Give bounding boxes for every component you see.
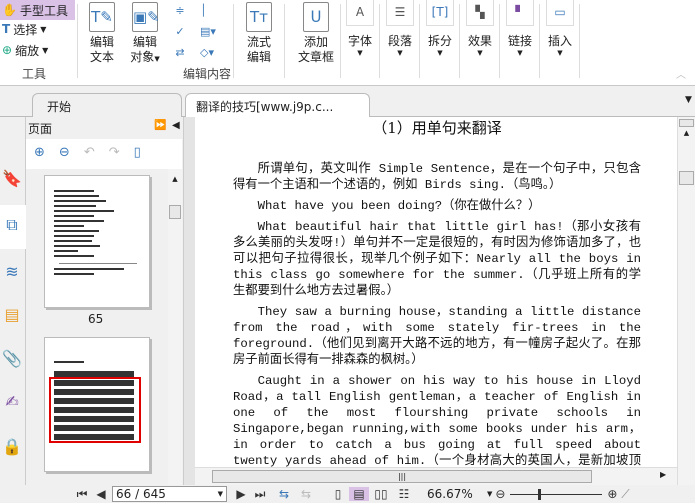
- zoom-slider-thumb[interactable]: [538, 488, 542, 500]
- flow-edit-button[interactable]: Tт 流式 编辑: [237, 0, 281, 65]
- page-dropdown-icon[interactable]: ▼: [218, 487, 226, 501]
- document-view: （1）用单句来翻译 所谓单句，英文叫作 Simple Sentence，是在一个…: [195, 117, 677, 467]
- hand-icon: ✋: [2, 3, 17, 17]
- paragraph-icon: ☰: [386, 0, 414, 26]
- effects-icon: ▚: [466, 0, 494, 26]
- edit-small-tools: ≑ ✓ ⇄: [170, 0, 190, 63]
- edit-object-tools: │ ▤▾ ◇▾: [200, 0, 226, 63]
- security-lock-icon[interactable]: 🔒: [2, 437, 22, 459]
- bookmarks-icon[interactable]: 🔖: [2, 169, 22, 191]
- bookmark-page-icon: ▘: [506, 0, 534, 26]
- split-icon: [T]: [426, 0, 454, 26]
- text-cursor-icon: T: [2, 22, 11, 36]
- vertical-scroll-thumb[interactable]: [679, 171, 694, 185]
- cursor-icon[interactable]: │: [200, 0, 226, 21]
- spellcheck-icon[interactable]: ✓: [170, 21, 190, 42]
- page-content: （1）用单句来翻译 所谓单句，英文叫作 Simple Sentence，是在一个…: [233, 117, 641, 467]
- horizontal-scrollbar[interactable]: ||| ▶: [195, 467, 677, 485]
- previous-page-icon[interactable]: ◀: [92, 487, 110, 501]
- rotate-right-icon[interactable]: ↷: [109, 145, 120, 163]
- pages-icon[interactable]: ⧉: [2, 215, 22, 237]
- first-page-icon[interactable]: ⏮: [72, 487, 92, 502]
- group-label-tools: 工具: [22, 67, 47, 81]
- continuous-facing-icon[interactable]: ☷: [393, 487, 415, 501]
- next-page-icon[interactable]: ▶: [231, 487, 251, 501]
- insert-button[interactable]: ▭ 插入 ▼: [546, 0, 574, 57]
- font-button[interactable]: A 字体 ▼: [346, 0, 374, 57]
- edit-object-icon: ▣✎: [132, 2, 160, 32]
- side-rail: 🔖 ⧉ ≋ ▤ 📎 ✍ 🔒: [0, 117, 26, 485]
- tab-start[interactable]: 开始: [32, 93, 182, 117]
- paragraph: 所谓单句，英文叫作 Simple Sentence，是在一个句子中，只包含得有一…: [233, 162, 641, 192]
- article-frame-icon: ᑌ: [303, 2, 329, 32]
- next-view-icon[interactable]: ⇆: [295, 487, 317, 501]
- group-label-edit-content: 编辑内容: [183, 67, 232, 81]
- tab-list-dropdown-icon[interactable]: ▼: [685, 95, 692, 105]
- tab-document[interactable]: 翻译的技巧[www.j9p.c...: [185, 93, 370, 117]
- signature-icon[interactable]: ✍: [2, 392, 22, 414]
- resize-grip-icon[interactable]: ⟋: [620, 487, 630, 502]
- rotate-left-icon[interactable]: ↶: [84, 145, 95, 163]
- edit-object-button[interactable]: ▣✎ 编辑 对象▼: [123, 0, 167, 67]
- flow-edit-icon: Tт: [246, 2, 272, 32]
- zoom-level[interactable]: 66.67%: [427, 487, 487, 501]
- edit-text-button[interactable]: T✎ 编辑 文本: [80, 0, 124, 65]
- zoom-icon: ⊕: [2, 43, 13, 57]
- previous-view-icon[interactable]: ⇆: [273, 487, 295, 501]
- vertical-scrollbar[interactable]: ▲: [677, 117, 695, 485]
- panel-scrollbar[interactable]: ▲: [168, 169, 182, 485]
- panel-title: 页面: [28, 122, 53, 136]
- page-number-input[interactable]: 66 / 645 ▼: [112, 486, 227, 502]
- paragraph: What have you been doing?（你在做什么？）: [257, 199, 541, 213]
- single-page-icon[interactable]: ▯: [327, 487, 349, 501]
- tab-bar: 开始 翻译的技巧[www.j9p.c... ▼: [0, 87, 695, 117]
- add-article-frame-button[interactable]: ᑌ 添加 文章框: [291, 0, 341, 65]
- zoom-out-page-icon[interactable]: ⊖: [59, 145, 70, 163]
- facing-pages-icon[interactable]: ▯▯: [369, 487, 393, 501]
- current-view-indicator[interactable]: [49, 377, 141, 443]
- page-number-65: 65: [88, 312, 104, 326]
- paragraph-button[interactable]: ☰ 段落 ▼: [386, 0, 414, 57]
- zoom-out-icon[interactable]: ⊖: [492, 487, 508, 501]
- page-options-icon[interactable]: ▯: [134, 145, 141, 163]
- collapse-panel-icon[interactable]: ◀: [172, 120, 180, 131]
- zoom-in-page-icon[interactable]: ⊕: [34, 145, 45, 163]
- paragraph: They saw a burning house，standing a litt…: [233, 305, 641, 367]
- image-comment-icon[interactable]: ▤▾: [200, 21, 226, 42]
- paragraph: Caught in a shower on his way to his hou…: [233, 374, 641, 467]
- panel-splitter[interactable]: [183, 117, 195, 485]
- comments-icon[interactable]: ▤: [2, 305, 22, 327]
- font-icon: A: [346, 0, 374, 26]
- effects-button[interactable]: ▚ 效果 ▼: [466, 0, 494, 57]
- zoom-slider[interactable]: [510, 488, 603, 500]
- expand-panel-icon[interactable]: ⏩: [154, 120, 166, 131]
- attachments-icon[interactable]: 📎: [2, 349, 22, 371]
- collapse-ribbon-icon[interactable]: ︿: [676, 66, 686, 81]
- edit-text-icon: T✎: [89, 2, 115, 32]
- zoom-in-icon[interactable]: ⊕: [604, 487, 620, 501]
- split-button[interactable]: [T] 拆分 ▼: [426, 0, 454, 57]
- continuous-page-icon[interactable]: ▤: [349, 487, 369, 501]
- horizontal-scroll-thumb[interactable]: |||: [212, 470, 592, 483]
- link-button[interactable]: ▘ 链接 ▼: [506, 0, 534, 57]
- pages-panel: 页面 ⏩ ◀ ⊕ ⊖ ↶ ↷ ▯ 65 ▲: [26, 117, 182, 485]
- paragraph: What beautiful hair that little girl has…: [233, 220, 641, 298]
- select-tool-button[interactable]: T 选择 ▼: [0, 19, 46, 39]
- zoom-tool-button[interactable]: ⊕ 缩放 ▼: [0, 40, 48, 60]
- last-page-icon[interactable]: ⏭: [251, 487, 269, 502]
- shape-icon[interactable]: ◇▾: [200, 42, 226, 63]
- layers-icon[interactable]: ≋: [2, 262, 22, 284]
- section-title: （1）用单句来翻译: [372, 119, 502, 137]
- replace-icon[interactable]: ⇄: [170, 42, 190, 63]
- page-thumbnail-65[interactable]: [44, 175, 150, 308]
- line-spacing-icon[interactable]: ≑: [170, 0, 190, 21]
- status-bar: ⏮ ◀ 66 / 645 ▼ ▶ ⏭ ⇆ ⇆ ▯ ▤ ▯▯ ☷ 66.67% ▼ …: [0, 485, 695, 503]
- insert-media-icon: ▭: [546, 0, 574, 26]
- hand-tool-button[interactable]: ✋ 手型工具: [0, 0, 75, 20]
- ribbon: ✋ 手型工具 T 选择 ▼ ⊕ 缩放 ▼ 工具 T✎ 编辑 文本 ▣✎ 编辑 对象▼ ≑ ✓ ⇄ │ ▤…: [0, 0, 695, 86]
